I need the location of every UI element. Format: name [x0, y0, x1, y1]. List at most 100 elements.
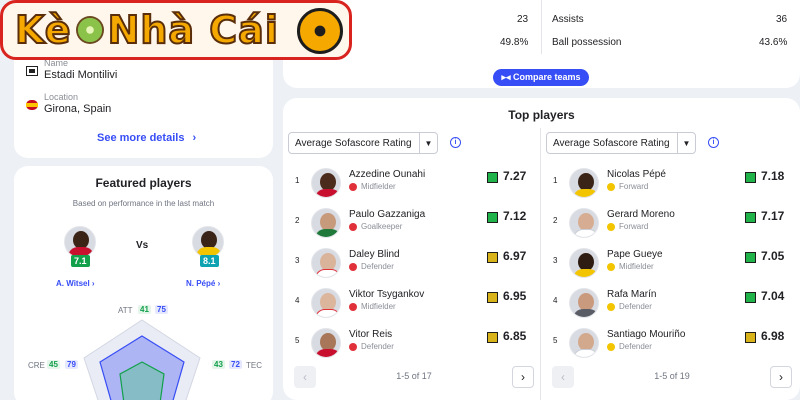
player-rating: 6.95: [503, 289, 527, 303]
rating-color-square: [745, 332, 756, 343]
spain-flag-icon: [26, 100, 38, 110]
rating-color-square: [487, 252, 498, 263]
player2-avatar[interactable]: [192, 226, 224, 258]
stat-possession-label: Ball possession: [552, 37, 622, 48]
player-rating: 7.12: [503, 209, 527, 223]
rating-color-square: [745, 292, 756, 303]
chevron-right-icon: ›: [192, 132, 197, 144]
chevron-down-icon: ▼: [419, 133, 437, 153]
girona-crest-icon: [349, 222, 357, 231]
stat-assists-label: Assists: [552, 14, 584, 25]
girona-crest-icon: [349, 182, 357, 191]
radar-att-label: ATT: [118, 306, 133, 315]
player-rank: 4: [553, 296, 558, 305]
player-position: Goalkeeper: [349, 222, 402, 231]
player-row[interactable]: 1 Nicolas Pépé Forward 7.18: [553, 168, 793, 204]
girona-crest-icon: [349, 302, 357, 311]
rating-dropdown-left[interactable]: Average Sofascore Rating ▼: [288, 132, 438, 154]
player-avatar: [311, 208, 341, 238]
left-pager-text: 1-5 of 17: [396, 371, 432, 381]
player-rank: 3: [553, 256, 558, 265]
player-avatar: [311, 288, 341, 318]
player-rank: 2: [553, 216, 558, 225]
rating-color-square: [745, 172, 756, 183]
player1-rating-badge: 7.1: [71, 255, 90, 267]
player2-rating-badge: 8.1: [200, 255, 219, 267]
player-row[interactable]: 2 Gerard Moreno Forward 7.17: [553, 208, 793, 244]
girona-crest-icon: [349, 342, 357, 351]
player2-name-link[interactable]: N. Pépé ›: [186, 279, 220, 288]
dropdown-left-value: Average Sofascore Rating: [295, 137, 412, 149]
player-position-label: Defender: [361, 262, 394, 271]
stats-divider: [541, 0, 542, 54]
venue-location-value: Girona, Spain: [44, 103, 112, 115]
player-row[interactable]: 4 Viktor Tsygankov Midfielder 6.95: [295, 288, 535, 324]
stat-left-pct: 49.8%: [500, 37, 529, 48]
player-row[interactable]: 5 Santiago Mouriño Defender 6.98: [553, 328, 793, 364]
player-position: Defender: [349, 262, 394, 271]
player-position: Defender: [607, 342, 652, 351]
player-avatar: [569, 208, 599, 238]
radar-cre-p2: 79: [65, 360, 78, 369]
radar-chart: [83, 319, 201, 400]
radar-att-p1: 41: [138, 305, 151, 314]
player1-name-link[interactable]: A. Witsel ›: [56, 279, 95, 288]
stat-left-value: 23: [517, 14, 529, 25]
player-row[interactable]: 3 Pape Gueye Midfielder 7.05: [553, 248, 793, 284]
player-rating: 7.18: [761, 169, 785, 183]
player-row[interactable]: 4 Rafa Marín Defender 7.04: [553, 288, 793, 324]
radar-cre-p1: 45: [47, 360, 60, 369]
radar-att-p2: 75: [155, 305, 168, 314]
villarreal-crest-icon: [607, 182, 615, 191]
rating-color-square: [745, 212, 756, 223]
player-rating: 6.98: [761, 329, 785, 343]
logo-text-left: Kè: [14, 7, 72, 53]
player-position: Forward: [607, 222, 648, 231]
radar-tec-label: TEC: [246, 361, 262, 370]
site-logo: Kè Nhà Cái: [0, 0, 352, 60]
player-row[interactable]: 2 Paulo Gazzaniga Goalkeeper 7.12: [295, 208, 535, 244]
compare-teams-button[interactable]: ▸◂ Compare teams: [493, 69, 589, 86]
dropdown-right-value: Average Sofascore Rating: [553, 137, 670, 149]
rating-color-square: [487, 292, 498, 303]
player-avatar: [311, 168, 341, 198]
featured-players-card: Featured players Based on performance in…: [14, 166, 273, 400]
rating-dropdown-right[interactable]: Average Sofascore Rating ▼: [546, 132, 696, 154]
next-page-button[interactable]: ›: [512, 366, 534, 388]
venue-location-label: Location: [44, 92, 79, 102]
venue-name-row: Name Estadi Montilivi: [26, 58, 117, 81]
player-position-label: Defender: [361, 342, 394, 351]
player-name: Rafa Marín: [607, 289, 657, 300]
player-avatar: [569, 288, 599, 318]
player-name: Azzedine Ounahi: [349, 169, 426, 180]
info-icon[interactable]: i: [708, 137, 719, 148]
player-position-label: Midfielder: [619, 262, 654, 271]
player-row[interactable]: 3 Daley Blind Defender 6.97: [295, 248, 535, 284]
villarreal-crest-icon: [607, 302, 615, 311]
player-position-label: Forward: [619, 182, 649, 191]
top-players-title: Top players: [508, 108, 575, 122]
player-name: Daley Blind: [349, 249, 400, 260]
player-name: Santiago Mouriño: [607, 329, 686, 340]
info-icon[interactable]: i: [450, 137, 461, 148]
villarreal-crest-icon: [607, 262, 615, 271]
venue-location-row: Location Girona, Spain: [26, 92, 111, 115]
villarreal-crest-icon: [607, 222, 615, 231]
player-position-label: Forward: [619, 222, 649, 231]
left-pager: ‹ 1-5 of 17 ›: [294, 366, 534, 388]
player-position-label: Midfielder: [361, 182, 396, 191]
vs-label: Vs: [136, 240, 149, 251]
player-row[interactable]: 1 Azzedine Ounahi Midfielder 7.27: [295, 168, 535, 204]
player-position-label: Defender: [619, 302, 652, 311]
player-row[interactable]: 5 Vitor Reis Defender 6.85: [295, 328, 535, 364]
player1-avatar[interactable]: [64, 226, 96, 258]
player-position: Defender: [607, 302, 652, 311]
see-more-details-link[interactable]: See more details ›: [97, 132, 196, 144]
stat-assists-value: 36: [776, 14, 788, 25]
featured-players-subtitle: Based on performance in the last match: [72, 199, 215, 208]
player-rating: 7.27: [503, 169, 527, 183]
player-name: Nicolas Pépé: [607, 169, 666, 180]
next-page-button[interactable]: ›: [770, 366, 792, 388]
see-more-label: See more details: [97, 132, 185, 144]
radar-tec-p1: 43: [212, 360, 225, 369]
